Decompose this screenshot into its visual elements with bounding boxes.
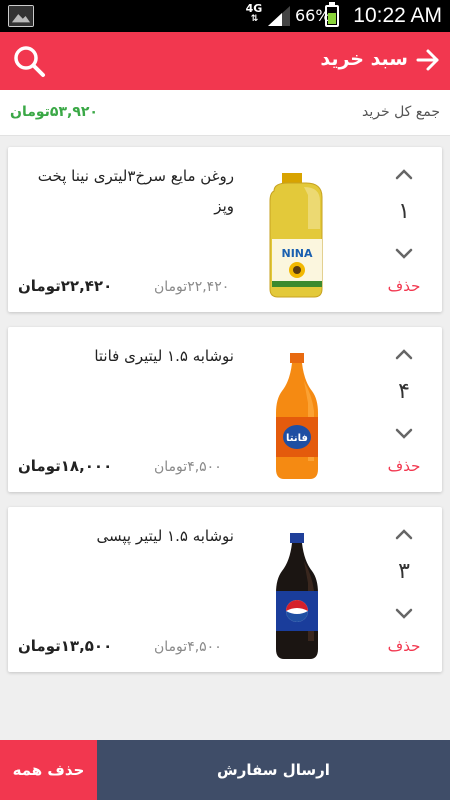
svg-text:فانتا: فانتا — [286, 433, 308, 444]
cart-total-bar: جمع کل خرید ۵۳,۹۲۰تومان — [0, 90, 450, 136]
gallery-notification-icon — [8, 5, 34, 27]
delete-all-button[interactable]: حذف همه — [0, 740, 97, 800]
line-total: ۱۳,۵۰۰تومان — [18, 637, 113, 655]
fanta-bottle-image: فانتا — [276, 353, 318, 479]
status-bar: 4G ⇅ 66% 10:22 AM — [0, 0, 450, 32]
line-total: ۲۲,۴۲۰تومان — [18, 277, 113, 295]
network-indicator: 4G ⇅ — [244, 3, 264, 25]
decrease-quantity-button[interactable] — [392, 601, 416, 625]
search-icon[interactable] — [12, 44, 46, 78]
network-type: 4G — [245, 2, 263, 15]
cart-item: نوشابه ۱.۵ لیتیر پپسی ۳ حذف ۴,۵۰۰تومان ۱… — [8, 507, 442, 672]
signal-icon — [268, 6, 290, 26]
bottom-action-bar: حذف همه ارسال سفارش — [0, 740, 450, 800]
data-arrows-icon: ⇅ — [250, 14, 259, 24]
decrease-quantity-button[interactable] — [392, 421, 416, 445]
product-title: نوشابه ۱.۵ لیتیر پپسی — [96, 527, 235, 545]
battery-fill — [328, 13, 336, 24]
svg-text:NINA: NINA — [281, 247, 313, 260]
pepsi-bottle-image — [276, 533, 318, 659]
total-label: جمع کل خرید — [362, 104, 440, 120]
line-total: ۱۸,۰۰۰تومان — [18, 457, 113, 475]
arrow-right-icon[interactable] — [414, 46, 442, 74]
cart-item: روغن مایع سرخ۳لیتری نینا پخت وپز NINA ۱ … — [8, 147, 442, 312]
increase-quantity-button[interactable] — [392, 163, 416, 187]
unit-price: ۴,۵۰۰تومان — [154, 639, 222, 655]
total-value: ۵۳,۹۲۰تومان — [10, 104, 98, 120]
oil-bottle-image: NINA — [269, 173, 323, 298]
quantity-value: ۱ — [398, 199, 410, 224]
delete-item-button[interactable]: حذف — [384, 457, 424, 475]
unit-price: ۲۲,۴۲۰تومان — [154, 279, 230, 295]
delete-item-button[interactable]: حذف — [384, 277, 424, 295]
page-title: سبد خرید — [320, 48, 408, 70]
battery-icon — [325, 2, 339, 27]
product-title: روغن مایع سرخ۳لیتری نینا پخت وپز — [37, 167, 234, 215]
product-title: نوشابه ۱.۵ لیتیری فانتا — [94, 347, 234, 365]
quantity-value: ۳ — [398, 559, 410, 584]
send-order-button[interactable]: ارسال سفارش — [97, 740, 450, 800]
clock: 10:22 AM — [353, 4, 442, 27]
increase-quantity-button[interactable] — [392, 343, 416, 367]
app-header: سبد خرید — [0, 32, 450, 90]
cart-item: نوشابه ۱.۵ لیتیری فانتا فانتا ۴ حذف ۴,۵۰… — [8, 327, 442, 492]
quantity-value: ۴ — [398, 379, 410, 404]
increase-quantity-button[interactable] — [392, 523, 416, 547]
unit-price: ۴,۵۰۰تومان — [154, 459, 222, 475]
delete-item-button[interactable]: حذف — [384, 637, 424, 655]
decrease-quantity-button[interactable] — [392, 241, 416, 265]
